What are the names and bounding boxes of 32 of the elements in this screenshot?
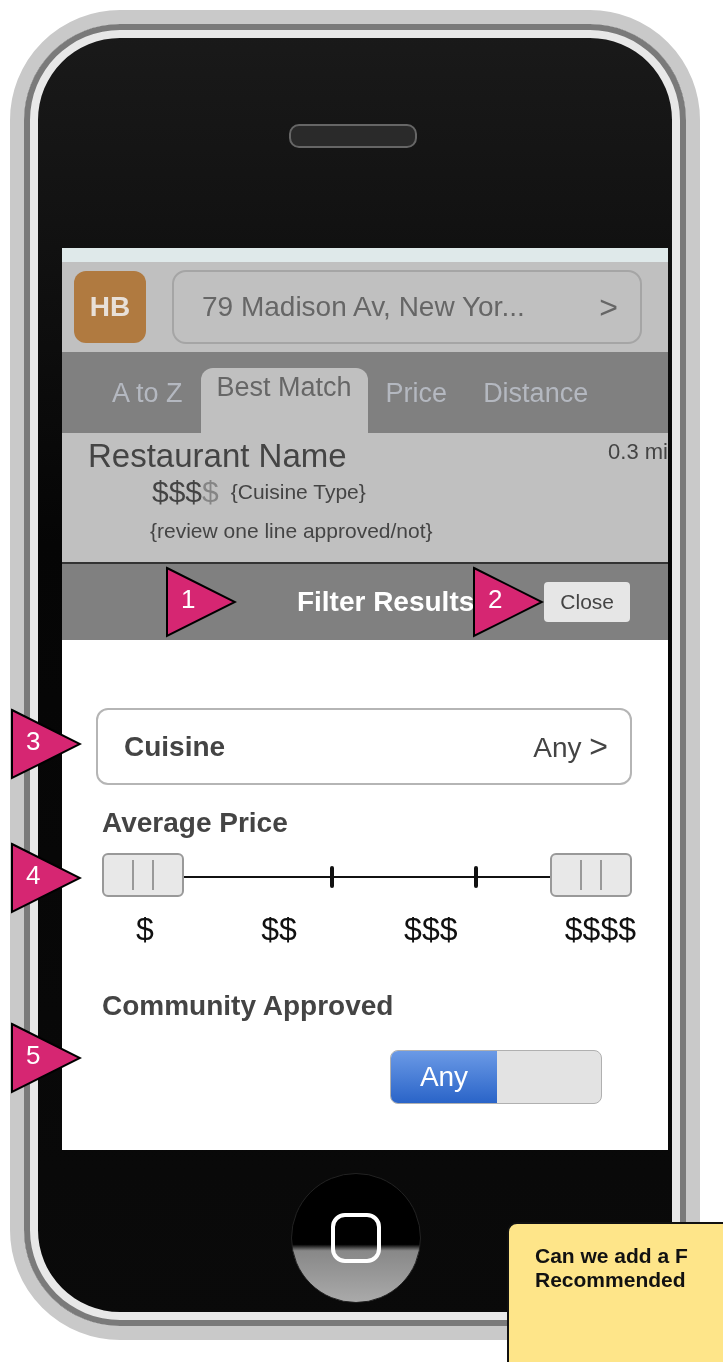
community-label: Community Approved <box>102 990 395 1022</box>
sort-tab[interactable]: Distance <box>465 363 607 423</box>
cuisine-row[interactable]: Cuisine Any > <box>96 708 632 785</box>
price-tier-label: $$$ <box>404 911 458 948</box>
price-tier-label: $$ <box>261 911 297 948</box>
square-icon <box>330 1212 382 1264</box>
price-label: Average Price <box>102 807 289 839</box>
callout-marker: 1 <box>165 566 237 638</box>
price-tier-label: $ <box>136 911 154 948</box>
close-button[interactable]: Close <box>544 582 630 622</box>
cuisine-type: {Cuisine Type} <box>230 480 366 504</box>
price-rating: $$$$ <box>152 475 219 509</box>
app-logo: HB <box>74 271 146 343</box>
restaurant-name: Restaurant Name <box>88 437 347 475</box>
sort-tab[interactable]: Best Match <box>200 368 368 433</box>
filter-title: Filter Results <box>296 586 475 618</box>
slider-thumb[interactable] <box>550 853 632 897</box>
review-text: {review one line approved/not} <box>149 519 434 543</box>
note-text: Can we add a F <box>535 1244 689 1268</box>
callout-marker: 3 <box>10 708 82 780</box>
callout-marker: 4 <box>10 842 82 914</box>
address-field[interactable]: 79 Madison Av, New Yor... > <box>172 270 642 344</box>
distance-text: 0.3 mi <box>608 438 668 465</box>
result-row[interactable]: Restaurant Name 0.3 mi $$$$ {Cuisine Type} {review one line approved/not} <box>62 433 668 562</box>
sort-tab[interactable]: Price <box>367 363 466 423</box>
callout-marker: 2 <box>472 566 544 638</box>
callout-marker: 5 <box>10 1022 82 1094</box>
approval-toggle[interactable]: Any <box>390 1050 602 1104</box>
note-text: Recommended <box>535 1268 687 1292</box>
sort-tab[interactable]: A to Z <box>94 363 201 423</box>
slider-thumb[interactable] <box>102 853 184 897</box>
price-tier-label: $$$$ <box>564 911 636 948</box>
